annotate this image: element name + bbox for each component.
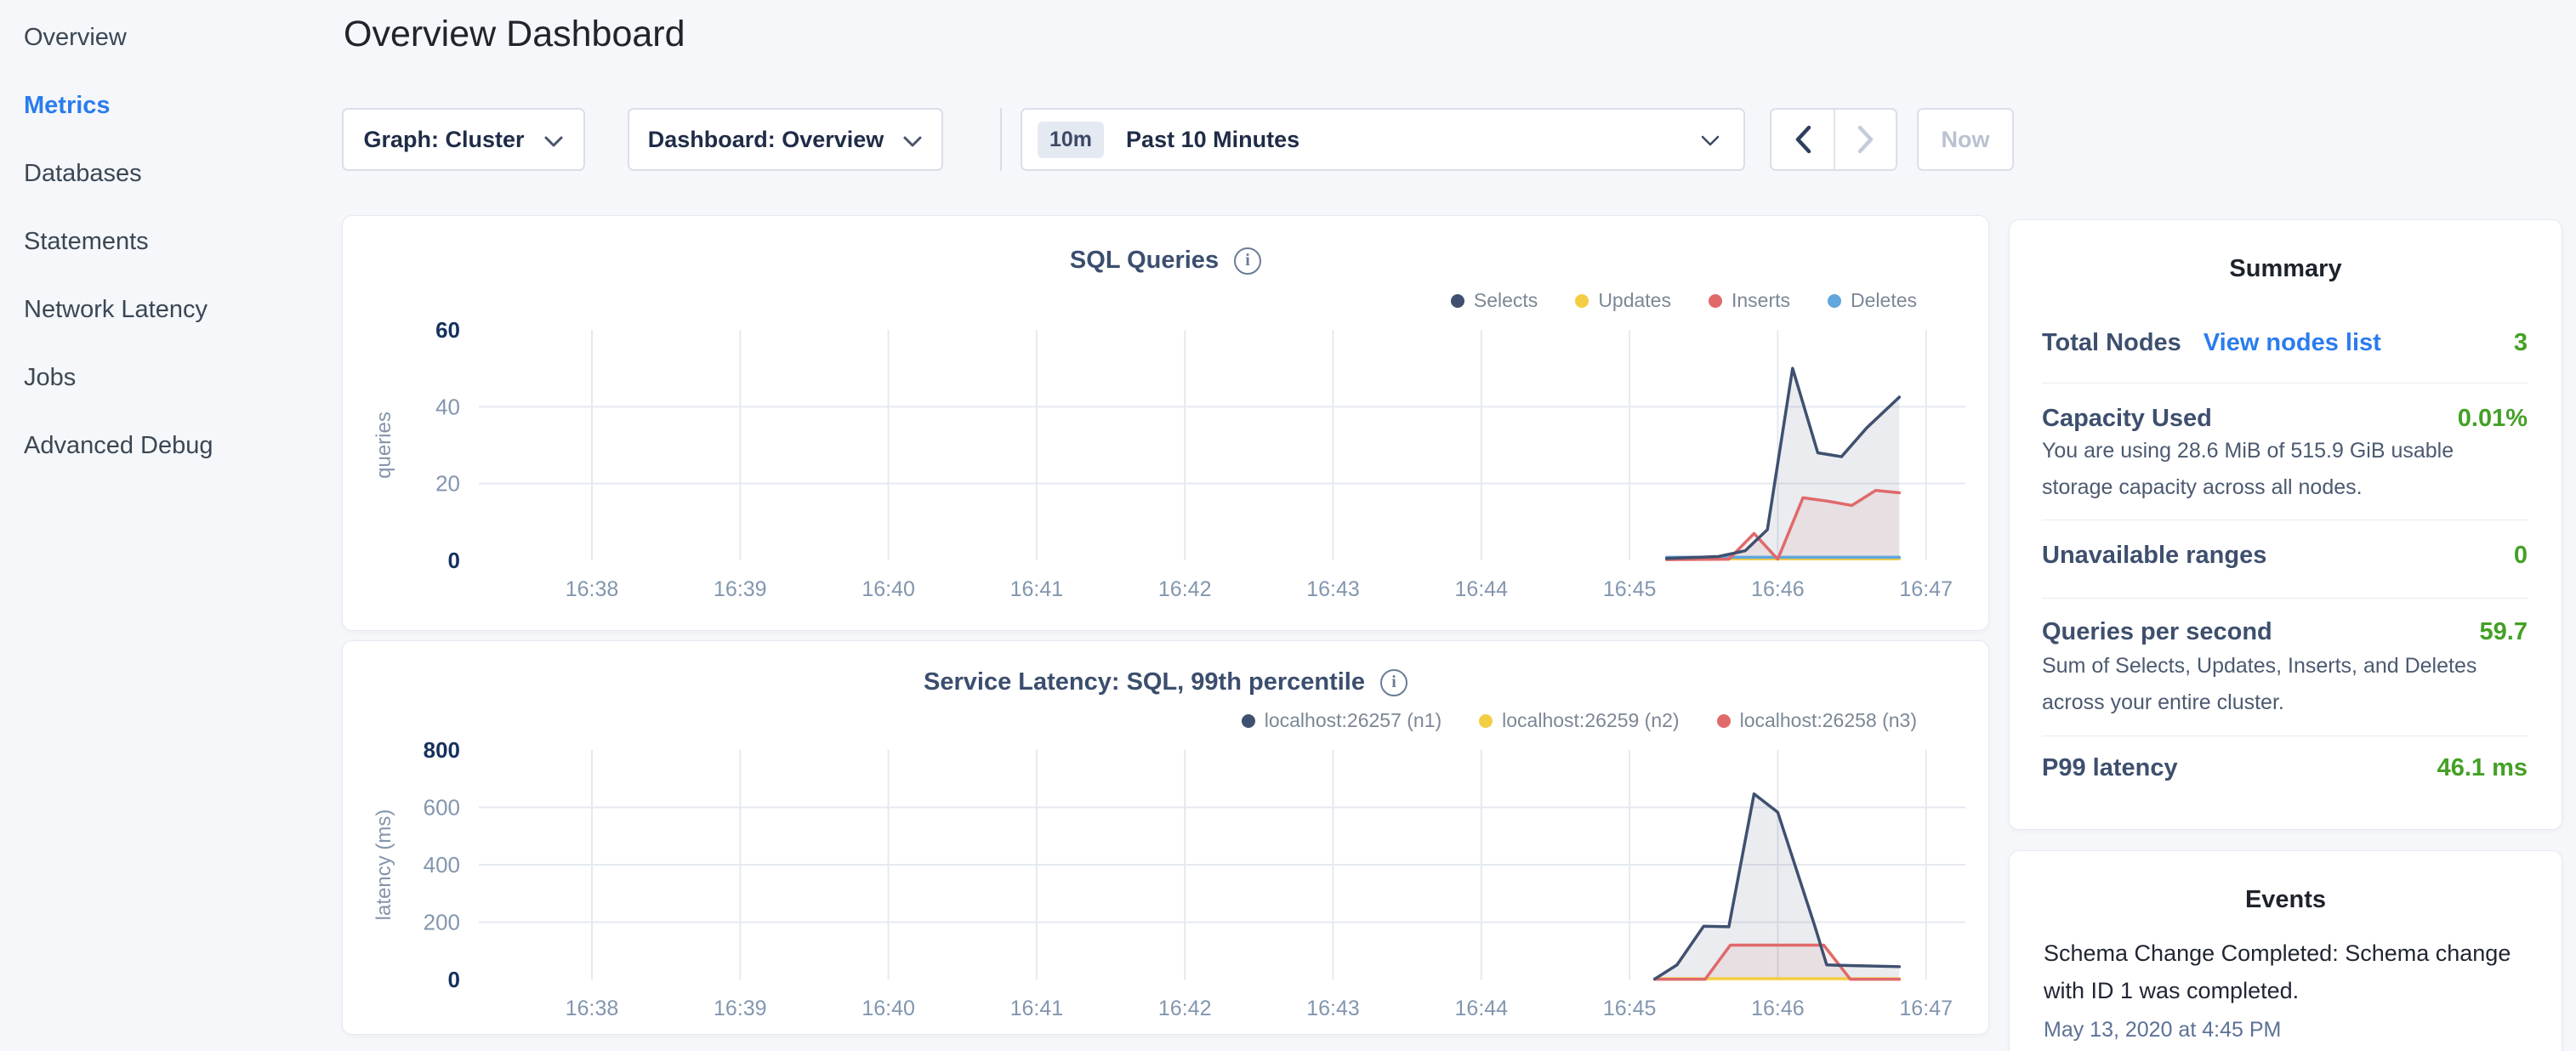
svg-text:16:41: 16:41	[1010, 997, 1064, 1020]
divider	[2042, 598, 2528, 599]
now-button[interactable]: Now	[1917, 108, 2014, 171]
svg-text:latency (ms): latency (ms)	[372, 810, 395, 921]
sql-queries-chart-panel: SQL Queries i SelectsUpdatesInsertsDelet…	[342, 215, 1989, 631]
p99-latency-value: 46.1 ms	[2437, 754, 2528, 782]
time-range-badge: 10m	[1038, 122, 1104, 158]
sidebar-item-advanced-debug[interactable]: Advanced Debug	[24, 412, 340, 480]
dashboard-dropdown[interactable]: Dashboard: Overview	[628, 108, 943, 171]
svg-text:16:41: 16:41	[1010, 577, 1064, 601]
chevron-down-icon	[543, 135, 564, 148]
svg-text:800: 800	[424, 737, 460, 763]
p99-latency-label: P99 latency	[2042, 754, 2178, 782]
capacity-used-label: Capacity Used	[2042, 405, 2212, 433]
svg-text:16:47: 16:47	[1899, 577, 1953, 601]
chevron-down-icon	[1701, 135, 1720, 147]
graph-dropdown-label: Graph: Cluster	[363, 127, 524, 153]
summary-row-queries-per-second: Queries per second 59.7	[2042, 618, 2528, 646]
svg-text:200: 200	[424, 910, 460, 935]
qps-value: 59.7	[2480, 618, 2528, 646]
svg-text:16:43: 16:43	[1306, 577, 1360, 601]
event-item-text[interactable]: Schema Change Completed: Schema change w…	[2044, 935, 2524, 1009]
now-button-label: Now	[1942, 127, 1990, 153]
svg-text:16:38: 16:38	[566, 577, 619, 601]
time-step-back-button[interactable]	[1771, 110, 1834, 169]
svg-text:16:42: 16:42	[1158, 997, 1212, 1020]
dashboard-dropdown-label: Dashboard: Overview	[648, 127, 884, 153]
total-nodes-value: 3	[2514, 329, 2528, 357]
events-title: Events	[2010, 886, 2562, 914]
time-step-buttons	[1770, 108, 1897, 171]
svg-text:16:45: 16:45	[1603, 577, 1657, 601]
svg-text:400: 400	[424, 852, 460, 878]
svg-text:16:44: 16:44	[1455, 577, 1509, 601]
summary-row-p99-latency: P99 latency 46.1 ms	[2042, 754, 2528, 782]
svg-text:16:45: 16:45	[1603, 997, 1657, 1020]
sidebar-item-overview[interactable]: Overview	[24, 3, 340, 71]
svg-text:queries: queries	[372, 412, 395, 479]
svg-text:16:46: 16:46	[1751, 577, 1805, 601]
sidebar-item-jobs[interactable]: Jobs	[24, 344, 340, 412]
sidebar-item-network-latency[interactable]: Network Latency	[24, 276, 340, 344]
svg-text:0: 0	[448, 967, 460, 992]
summary-row-capacity: Capacity Used 0.01%	[2042, 405, 2528, 433]
db-console-page: OverviewMetricsDatabasesStatementsNetwor…	[0, 0, 2576, 1051]
sidebar-item-statements[interactable]: Statements	[24, 207, 340, 276]
summary-row-unavailable-ranges: Unavailable ranges 0	[2042, 542, 2528, 570]
svg-text:60: 60	[435, 317, 460, 343]
graph-dropdown[interactable]: Graph: Cluster	[342, 108, 585, 171]
svg-text:20: 20	[435, 471, 460, 497]
svg-text:16:38: 16:38	[566, 997, 619, 1020]
service-latency-chart-panel: Service Latency: SQL, 99th percentile i …	[342, 640, 1989, 1035]
summary-panel: Summary Total Nodes View nodes list 3 Ca…	[2009, 219, 2562, 830]
svg-text:16:39: 16:39	[714, 997, 767, 1020]
service-latency-chart: 16:38 16:39 16:40 16:41 16:42 16:43 16:44 16:45…	[343, 641, 1990, 1036]
time-range-label: Past 10 Minutes	[1126, 127, 1299, 153]
unavailable-ranges-value: 0	[2514, 542, 2528, 570]
svg-text:16:46: 16:46	[1751, 997, 1805, 1020]
events-panel: Events Schema Change Completed: Schema c…	[2009, 850, 2562, 1051]
svg-text:16:47: 16:47	[1899, 997, 1953, 1020]
sidebar-item-metrics[interactable]: Metrics	[24, 71, 340, 139]
svg-text:16:44: 16:44	[1455, 997, 1509, 1020]
svg-text:16:43: 16:43	[1306, 997, 1360, 1020]
time-range-dropdown[interactable]: 10m Past 10 Minutes	[1021, 108, 1745, 171]
chevron-left-icon	[1794, 125, 1812, 154]
svg-text:16:40: 16:40	[862, 577, 915, 601]
svg-text:40: 40	[435, 394, 460, 419]
svg-text:0: 0	[448, 548, 460, 573]
unavailable-ranges-label: Unavailable ranges	[2042, 542, 2266, 570]
qps-label: Queries per second	[2042, 618, 2272, 646]
svg-text:16:39: 16:39	[714, 577, 767, 601]
sidebar-nav-list: OverviewMetricsDatabasesStatementsNetwor…	[0, 0, 340, 480]
capacity-used-value: 0.01%	[2458, 405, 2528, 433]
chevron-down-icon	[902, 135, 923, 148]
svg-text:600: 600	[424, 795, 460, 821]
svg-text:16:42: 16:42	[1158, 577, 1212, 601]
page-title: Overview Dashboard	[344, 14, 685, 55]
sidebar: OverviewMetricsDatabasesStatementsNetwor…	[0, 0, 340, 1051]
view-nodes-list-link[interactable]: View nodes list	[2204, 329, 2381, 357]
time-step-forward-button[interactable]	[1834, 110, 1896, 169]
svg-text:16:40: 16:40	[862, 997, 915, 1020]
summary-title: Summary	[2010, 255, 2562, 283]
sql-queries-chart: 16:38 16:39 16:40 16:41 16:42 16:43 16:44 16:45…	[343, 216, 1990, 632]
qps-description: Sum of Selects, Updates, Inserts, and De…	[2042, 648, 2528, 721]
chevron-right-icon	[1857, 125, 1875, 154]
summary-row-total-nodes: Total Nodes View nodes list 3	[2042, 329, 2528, 357]
total-nodes-label: Total Nodes	[2042, 329, 2181, 357]
controls-divider	[1000, 108, 1002, 171]
event-item-timestamp: May 13, 2020 at 4:45 PM	[2044, 1018, 2524, 1042]
capacity-description: You are using 28.6 MiB of 515.9 GiB usab…	[2042, 433, 2528, 506]
sidebar-item-databases[interactable]: Databases	[24, 139, 340, 207]
